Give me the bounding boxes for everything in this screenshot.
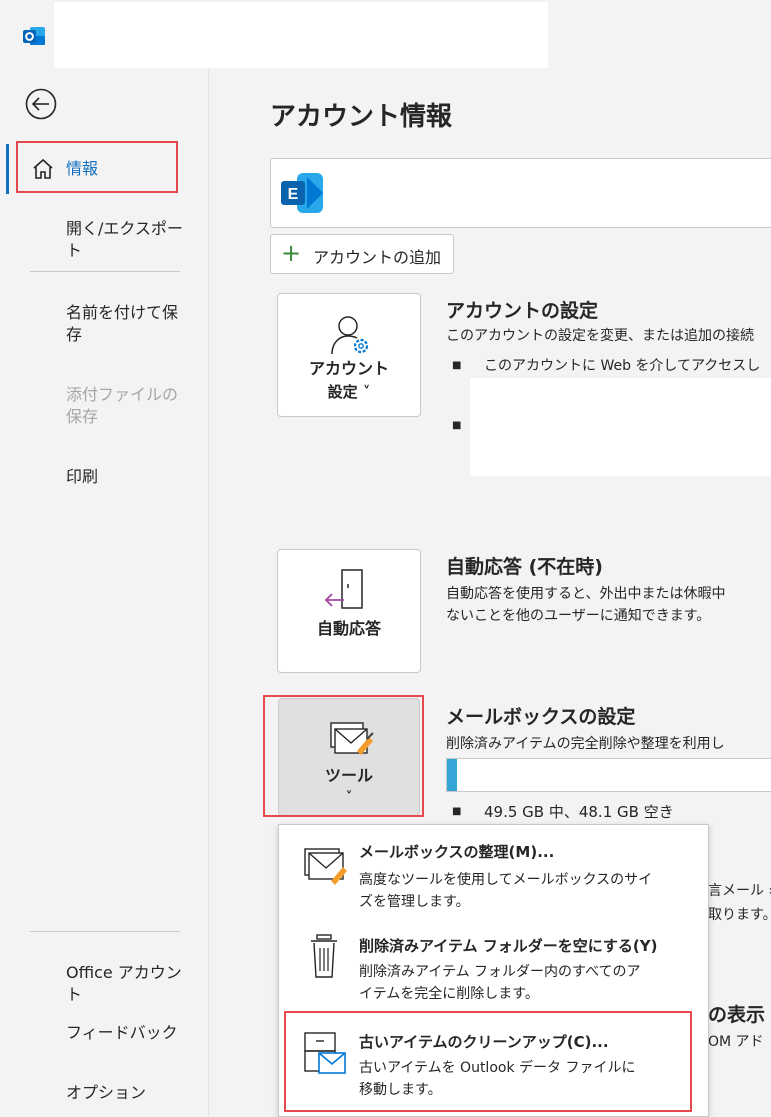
menu-item-description: イテムを完全に削除します。 (359, 986, 539, 1002)
title-bar (0, 0, 771, 70)
account-selector[interactable]: E (270, 158, 771, 228)
sidebar-divider (30, 931, 180, 932)
window-title-redacted (54, 2, 548, 68)
user-settings-icon (331, 316, 369, 355)
auto-reply-description: 自動応答を使用すると、外出中または休暇中 (446, 586, 726, 602)
sidebar-item-save-attachments: 添付ファイルの保存 (66, 385, 179, 426)
tile-label: 自動応答 (316, 619, 381, 638)
sidebar-item-print[interactable]: 印刷 (66, 466, 196, 488)
mailbox-usage-bar (446, 758, 771, 792)
outlook-logo-icon (23, 27, 45, 45)
bullet-icon: ■ (452, 806, 462, 817)
menu-item-description: 高度なツールを使用してメールボックスのサイ (359, 872, 653, 888)
menu-item-description: ズを管理します。 (359, 894, 470, 910)
account-settings-description: このアカウントの設定を変更、または追加の接続 (446, 328, 754, 344)
hidden-text: 取ります。 (708, 907, 771, 923)
sidebar-item-feedback[interactable]: フィードバック (66, 1022, 196, 1044)
highlight-tools (263, 695, 424, 817)
account-settings-title: アカウントの設定 (446, 300, 599, 322)
auto-reply-tile[interactable]: 自動応答 (277, 549, 421, 673)
sidebar-item-office-account[interactable]: Office アカウント (66, 962, 196, 1006)
account-settings-tile[interactable]: アカウント 設定 ˅ (277, 293, 421, 417)
sidebar-item-open-export[interactable]: 開く/エクスポート (66, 218, 196, 262)
menu-item-title: メールボックスの整理(M)... (359, 843, 555, 861)
menu-item-mailbox-cleanup[interactable]: メールボックスの整理(M)... 高度なツールを使用してメールボックスのサイ ズ… (279, 829, 708, 925)
redacted-link-area (470, 378, 771, 476)
account-web-access-text: このアカウントに Web を介してアクセスし (484, 358, 761, 374)
highlight-archive (284, 1011, 692, 1112)
menu-item-title: 削除済みアイテム フォルダーを空にする(Y) (359, 937, 658, 955)
hidden-heading: の表示 (708, 1004, 766, 1026)
mailbox-usage-fill (447, 759, 457, 791)
active-nav-indicator (6, 144, 9, 194)
menu-item-description: 削除済みアイテム フォルダー内のすべてのア (359, 964, 641, 980)
mailbox-settings-title: メールボックスの設定 (446, 706, 636, 728)
add-account-label: アカウントの追加 (313, 248, 442, 267)
menu-item-empty-deleted[interactable]: 削除済みアイテム フォルダーを空にする(Y) 削除済みアイテム フォルダー内のす… (279, 925, 708, 1021)
mailbox-cleanup-icon (304, 848, 347, 885)
tile-label: アカウント (308, 359, 389, 378)
auto-reply-description: ないことを他のユーザーに通知できます。 (446, 608, 711, 624)
hidden-text: OM アド (708, 1034, 764, 1050)
sidebar-item-save-as[interactable]: 名前を付けて保存 (66, 302, 190, 346)
sidebar-divider (30, 271, 180, 272)
back-arrow-icon[interactable] (24, 87, 58, 121)
door-arrow-icon (324, 569, 363, 609)
tile-label: 設定 ˅ (327, 383, 371, 401)
trash-icon (311, 934, 337, 978)
mailbox-usage-text: 49.5 GB 中、48.1 GB 空き (484, 803, 674, 821)
add-account-button[interactable]: + アカウントの追加 (270, 234, 454, 274)
highlight-info (16, 141, 178, 193)
page-title: アカウント情報 (270, 102, 453, 132)
plus-icon: + (281, 239, 302, 267)
exchange-icon: E (281, 173, 323, 213)
svg-text:E: E (288, 186, 299, 203)
sidebar-item-options[interactable]: オプション (66, 1082, 196, 1104)
bullet-icon: ■ (452, 360, 462, 371)
bullet-icon: ■ (452, 420, 462, 431)
auto-reply-title: 自動応答 (不在時) (446, 556, 603, 578)
hidden-text: 言メール › (708, 883, 771, 899)
mailbox-settings-description: 削除済みアイテムの完全削除や整理を利用し (446, 736, 725, 752)
